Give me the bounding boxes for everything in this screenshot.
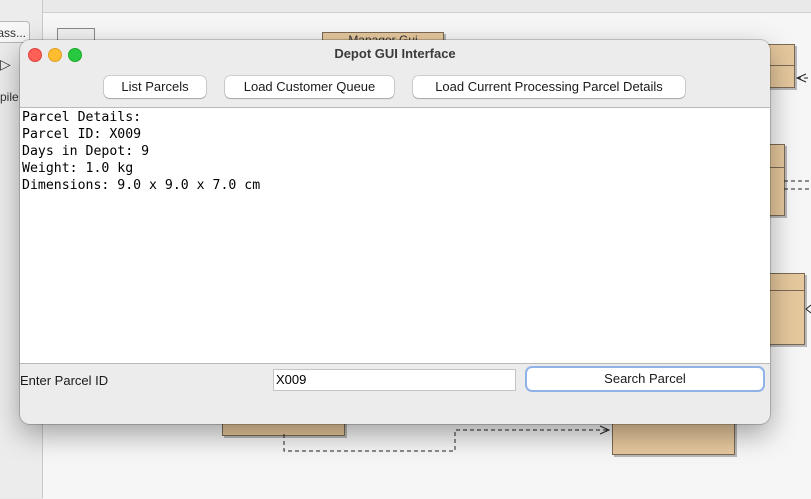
load-customer-queue-button[interactable]: Load Customer Queue [225,76,394,98]
output-line: Dimensions: 9.0 x 9.0 x 7.0 cm [22,178,261,193]
title-bar[interactable]: Depot GUI Interface [20,40,770,68]
parcel-id-input[interactable]: X009 [273,369,516,391]
list-parcels-button[interactable]: List Parcels [104,76,206,98]
output-line: Parcel ID: X009 [22,127,142,142]
search-parcel-button[interactable]: Search Parcel [527,368,763,390]
output-line: Days in Depot: 9 [22,144,150,159]
parcel-details-output[interactable]: Parcel Details: Parcel ID: X009 Days in … [20,107,770,364]
output-line: Parcel Details: [22,110,142,125]
output-line: Weight: 1.0 kg [22,161,134,176]
depot-gui-window: Depot GUI Interface List Parcels Load Cu… [20,40,770,424]
window-title: Depot GUI Interface [334,46,456,61]
parcel-id-label: Enter Parcel ID [20,373,109,388]
load-current-processing-button[interactable]: Load Current Processing Parcel Details [413,76,685,98]
